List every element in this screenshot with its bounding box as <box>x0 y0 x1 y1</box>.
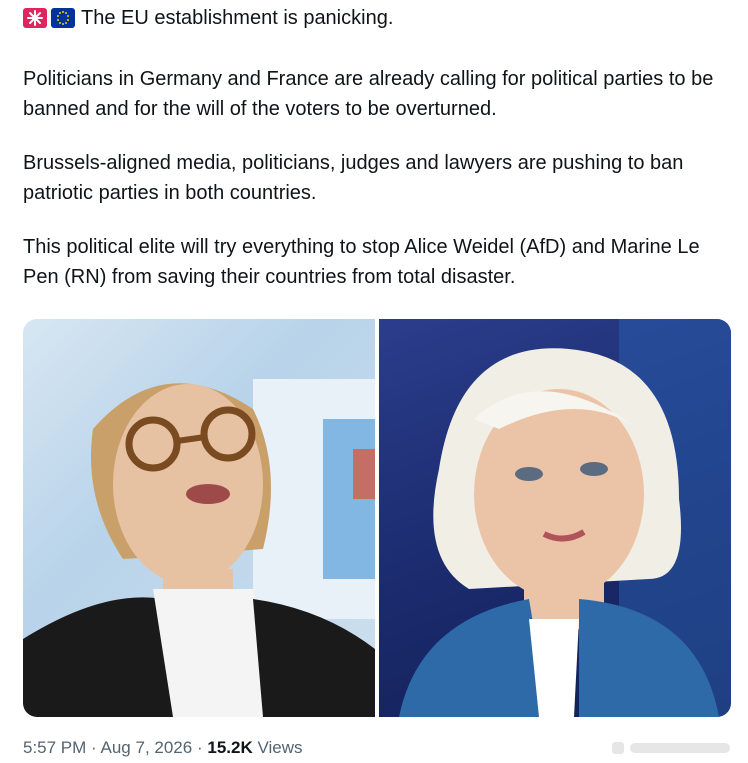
photo-left-illustration <box>23 379 375 717</box>
siren-icon <box>23 8 47 28</box>
footer-separator: · <box>91 738 97 757</box>
tweet-headline: The EU establishment is panicking. <box>81 7 394 29</box>
tweet-media[interactable] <box>23 319 731 717</box>
eu-flag-icon <box>51 8 75 28</box>
footer-separator-2: · <box>196 738 203 757</box>
tweet-time[interactable]: 5:57 PM <box>23 738 86 757</box>
photo-right[interactable] <box>379 319 731 717</box>
tweet-paragraph-2: Brussels-aligned media, politicians, jud… <box>23 152 684 204</box>
tweet-footer: 5:57 PM · Aug 7, 2026 · 15.2K Views <box>23 738 303 758</box>
tweet-body: The EU establishment is panicking. Polit… <box>23 0 731 292</box>
views-label[interactable]: Views <box>257 738 302 757</box>
tweet-paragraph-1: Politicians in Germany and France are al… <box>23 68 714 120</box>
watermark-icon <box>612 742 730 754</box>
photo-right-illustration <box>399 319 731 717</box>
views-count[interactable]: 15.2K <box>207 738 252 757</box>
photo-left[interactable] <box>23 319 375 717</box>
tweet-date[interactable]: Aug 7, 2026 <box>101 738 193 757</box>
tweet-first-line: The EU establishment is panicking. <box>23 0 731 36</box>
tweet-paragraph-3: This political elite will try everything… <box>23 236 700 288</box>
